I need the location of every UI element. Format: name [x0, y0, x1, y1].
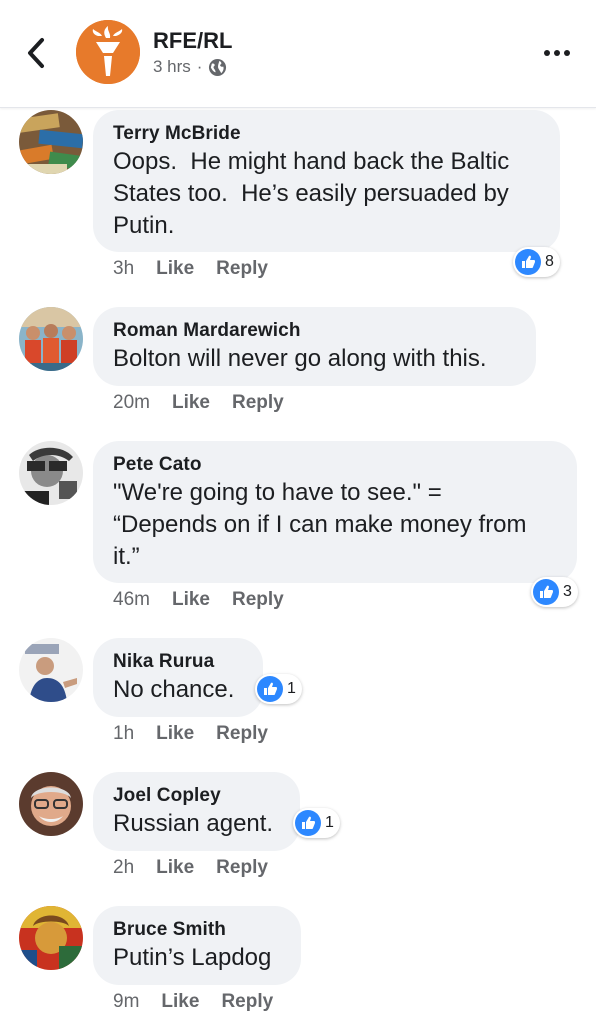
page-name[interactable]: RFE/RL [153, 28, 232, 54]
comment-bubble: Joel Copley Russian agent. [93, 772, 300, 851]
reaction-count: 8 [545, 253, 554, 270]
like-button[interactable]: Like [172, 589, 210, 611]
comment-bubble: Terry McBride Oops. He might hand back t… [93, 110, 560, 252]
reaction-count: 1 [325, 814, 334, 831]
reply-button[interactable]: Reply [232, 392, 284, 414]
comment-author[interactable]: Nika Rurua [113, 650, 243, 674]
reply-button[interactable]: Reply [216, 258, 268, 280]
comment-author[interactable]: Roman Mardarewich [113, 319, 516, 343]
comment-text: Bolton will never go along with this. [113, 345, 487, 372]
comment-text: No chance. [113, 676, 235, 703]
comment-text: Putin’s Lapdog [113, 944, 272, 971]
reply-button[interactable]: Reply [216, 723, 268, 745]
like-button[interactable]: Like [161, 991, 199, 1013]
reaction-count-badge[interactable]: 1 [255, 674, 302, 704]
post-meta: 3 hrs · [153, 57, 227, 77]
thumbs-up-icon [257, 676, 283, 702]
reply-button[interactable]: Reply [232, 589, 284, 611]
like-button[interactable]: Like [156, 258, 194, 280]
avatar[interactable] [19, 906, 83, 970]
post-header: RFE/RL 3 hrs · [0, 0, 596, 108]
post-time: 3 hrs [153, 57, 191, 76]
comment-time: 1h [113, 723, 135, 744]
thumbs-up-icon [533, 579, 559, 605]
avatar[interactable] [19, 772, 83, 836]
comment-time: 3h [113, 258, 135, 279]
comment-author[interactable]: Pete Cato [113, 453, 557, 477]
comment-bubble: Pete Cato "We're going to have to see." … [93, 441, 577, 583]
comment-bubble: Roman Mardarewich Bolton will never go a… [93, 307, 536, 386]
avatar[interactable] [19, 441, 83, 505]
comment-time: 46m [113, 589, 150, 610]
comment-text: "We're going to have to see." = “Depends… [113, 479, 527, 570]
reaction-count: 1 [287, 680, 296, 697]
page-avatar[interactable] [76, 20, 140, 84]
comment-bubble: Nika Rurua No chance. [93, 638, 263, 717]
thumbs-up-icon [515, 249, 541, 275]
globe-icon [209, 58, 227, 76]
like-button[interactable]: Like [156, 723, 194, 745]
comment-text: Oops. He might hand back the Baltic Stat… [113, 148, 510, 239]
comment-time: 2h [113, 857, 135, 878]
reply-button[interactable]: Reply [216, 857, 268, 879]
comment-time: 20m [113, 392, 150, 413]
comment-author[interactable]: Bruce Smith [113, 918, 281, 942]
comment-author[interactable]: Joel Copley [113, 784, 280, 808]
reaction-count-badge[interactable]: 1 [293, 808, 340, 838]
thumbs-up-icon [295, 810, 321, 836]
avatar[interactable] [19, 110, 83, 174]
like-button[interactable]: Like [172, 392, 210, 414]
meta-separator: · [196, 57, 203, 76]
comment-bubble: Bruce Smith Putin’s Lapdog [93, 906, 301, 985]
reply-button[interactable]: Reply [221, 991, 273, 1013]
avatar[interactable] [19, 307, 83, 371]
reaction-count-badge[interactable]: 3 [531, 577, 578, 607]
reaction-count-badge[interactable]: 8 [513, 247, 560, 277]
back-icon[interactable] [22, 36, 52, 70]
reaction-count: 3 [563, 583, 572, 600]
comment-time: 9m [113, 991, 140, 1012]
more-options-icon[interactable] [540, 40, 574, 66]
avatar[interactable] [19, 638, 83, 702]
comment-text: Russian agent. [113, 810, 274, 837]
torch-logo-icon [76, 20, 140, 84]
comment-author[interactable]: Terry McBride [113, 122, 540, 146]
like-button[interactable]: Like [156, 857, 194, 879]
